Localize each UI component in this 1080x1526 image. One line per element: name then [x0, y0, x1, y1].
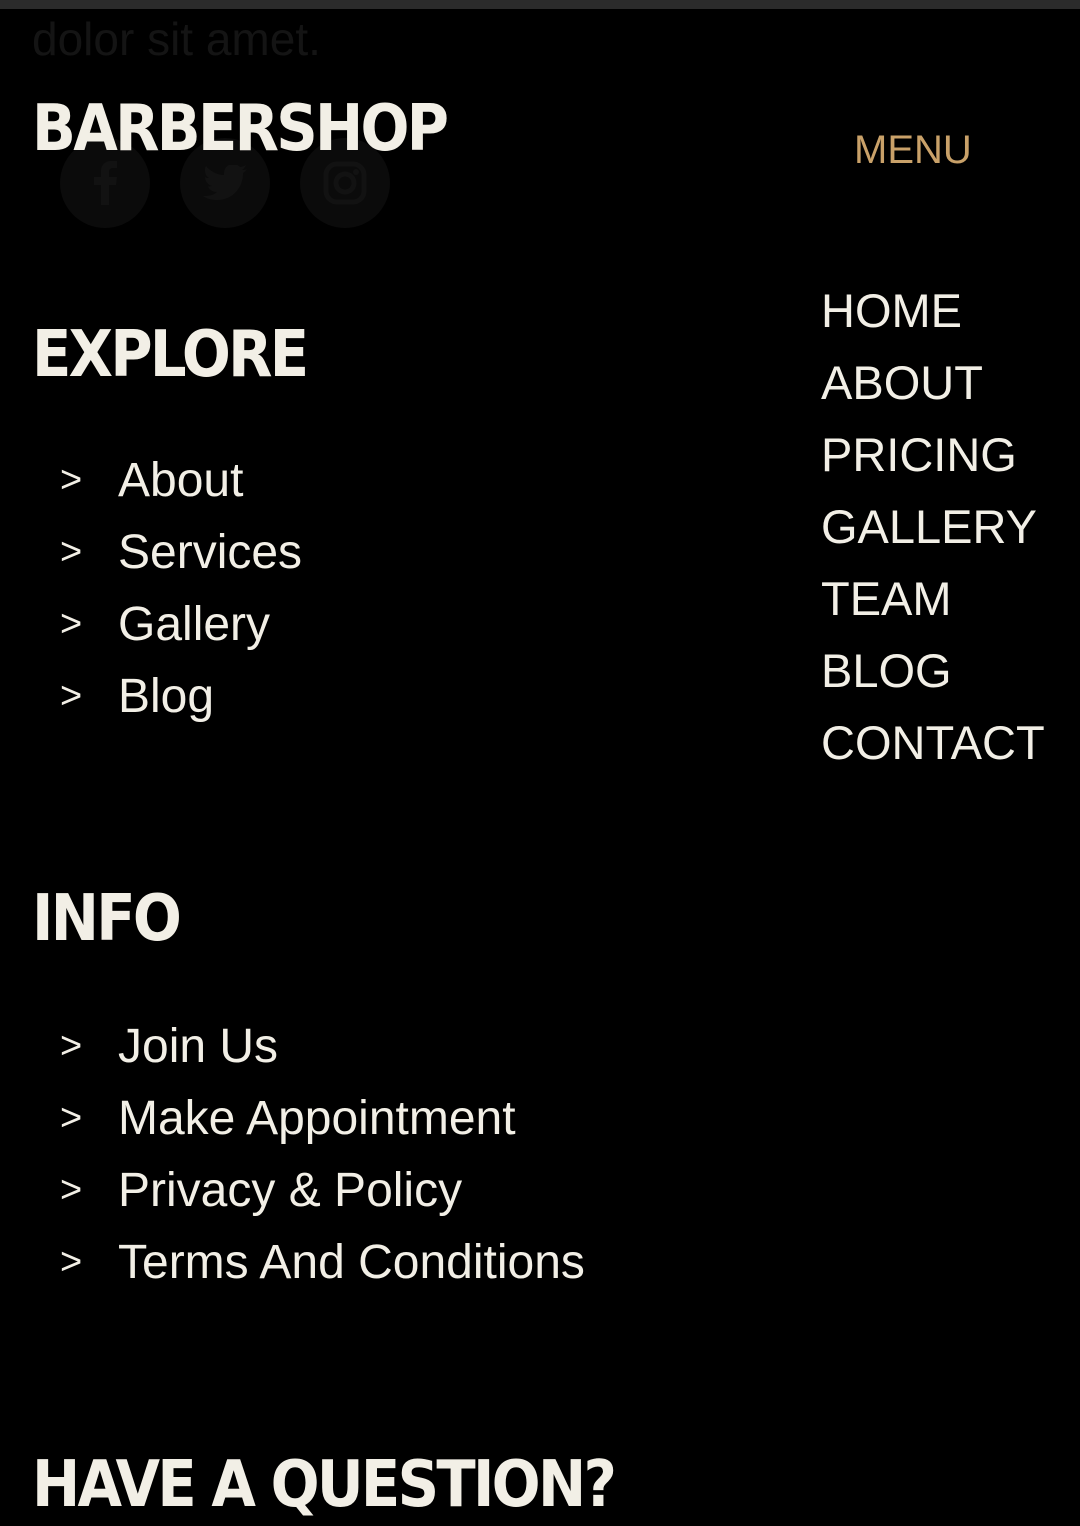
chevron-right-icon: >	[60, 1024, 83, 1067]
info-link-join-us[interactable]: > Join Us	[60, 1010, 585, 1082]
explore-link-about[interactable]: > About	[60, 444, 302, 516]
chevron-right-icon: >	[60, 530, 83, 573]
facebook-icon	[90, 161, 120, 205]
explore-heading: EXPLORE	[32, 318, 309, 392]
chevron-right-icon: >	[60, 602, 83, 645]
explore-links: > About > Services > Gallery > Blog	[60, 444, 302, 732]
chevron-right-icon: >	[60, 674, 83, 717]
explore-link-gallery[interactable]: > Gallery	[60, 588, 302, 660]
explore-link-services[interactable]: > Services	[60, 516, 302, 588]
menu-item-contact[interactable]: CONTACT	[821, 715, 1045, 787]
menu-item-home[interactable]: HOME	[821, 283, 1045, 355]
chevron-right-icon: >	[60, 1168, 83, 1211]
info-links: > Join Us > Make Appointment > Privacy & Poli…	[60, 1010, 585, 1298]
chevron-right-icon: >	[60, 1096, 83, 1139]
twitter-icon	[203, 165, 247, 201]
menu-item-team[interactable]: TEAM	[821, 571, 1045, 643]
info-link-label: Make Appointment	[118, 1091, 516, 1145]
brand-logo-text[interactable]: BARBERSHOP	[32, 92, 449, 166]
main-menu: HOME ABOUT PRICING GALLERY TEAM BLOG CONTACT	[821, 283, 1045, 787]
instagram-icon	[323, 161, 367, 205]
explore-link-label: Blog	[118, 669, 215, 723]
explore-link-label: Services	[118, 525, 303, 579]
explore-link-blog[interactable]: > Blog	[60, 660, 302, 732]
info-link-privacy-policy[interactable]: > Privacy & Policy	[60, 1154, 585, 1226]
menu-item-gallery[interactable]: GALLERY	[821, 499, 1045, 571]
info-link-terms-and-conditions[interactable]: > Terms And Conditions	[60, 1226, 585, 1298]
chevron-right-icon: >	[60, 458, 83, 501]
question-heading: HAVE A QUESTION?	[32, 1448, 617, 1522]
info-heading: INFO	[32, 882, 182, 956]
background-text: dolor sit amet.	[32, 13, 321, 65]
explore-link-label: About	[118, 453, 244, 507]
menu-item-about[interactable]: ABOUT	[821, 355, 1045, 427]
info-link-label: Privacy & Policy	[118, 1163, 463, 1217]
info-link-label: Join Us	[118, 1019, 279, 1073]
menu-button[interactable]: MENU	[854, 128, 972, 173]
info-link-label: Terms And Conditions	[118, 1235, 585, 1289]
explore-link-label: Gallery	[118, 597, 271, 651]
top-bar	[0, 0, 1080, 9]
chevron-right-icon: >	[60, 1240, 83, 1283]
info-link-make-appointment[interactable]: > Make Appointment	[60, 1082, 585, 1154]
menu-item-blog[interactable]: BLOG	[821, 643, 1045, 715]
menu-item-pricing[interactable]: PRICING	[821, 427, 1045, 499]
